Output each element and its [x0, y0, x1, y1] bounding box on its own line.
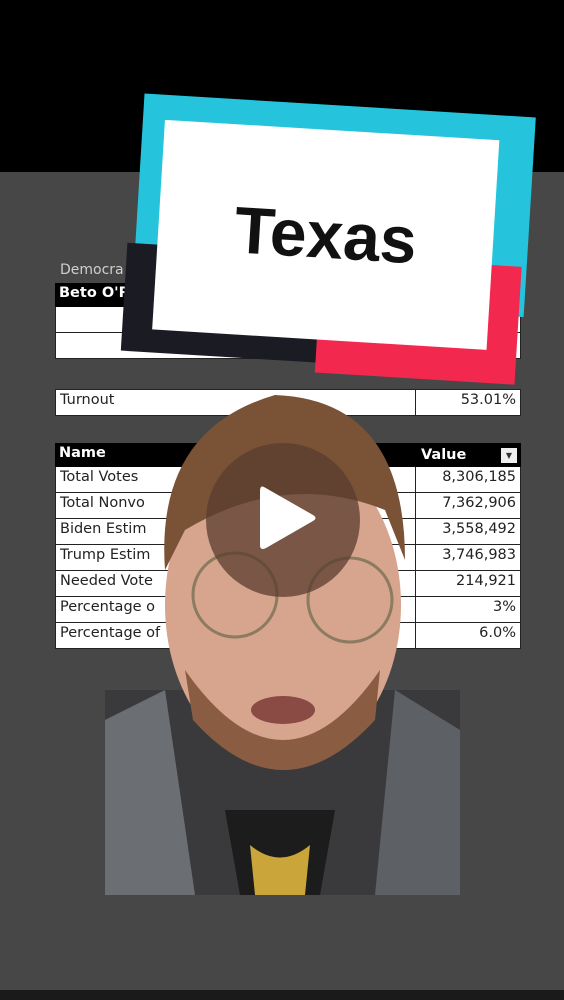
- play-button[interactable]: [206, 443, 360, 597]
- texas-title-sticker: Texas: [120, 93, 536, 385]
- filter-dropdown-icon[interactable]: ▼: [501, 447, 517, 463]
- sheet-subtitle: Democra: [60, 262, 124, 278]
- bottom-bar: [0, 990, 564, 1000]
- sticker-title: Texas: [232, 192, 419, 278]
- play-icon: [260, 486, 316, 549]
